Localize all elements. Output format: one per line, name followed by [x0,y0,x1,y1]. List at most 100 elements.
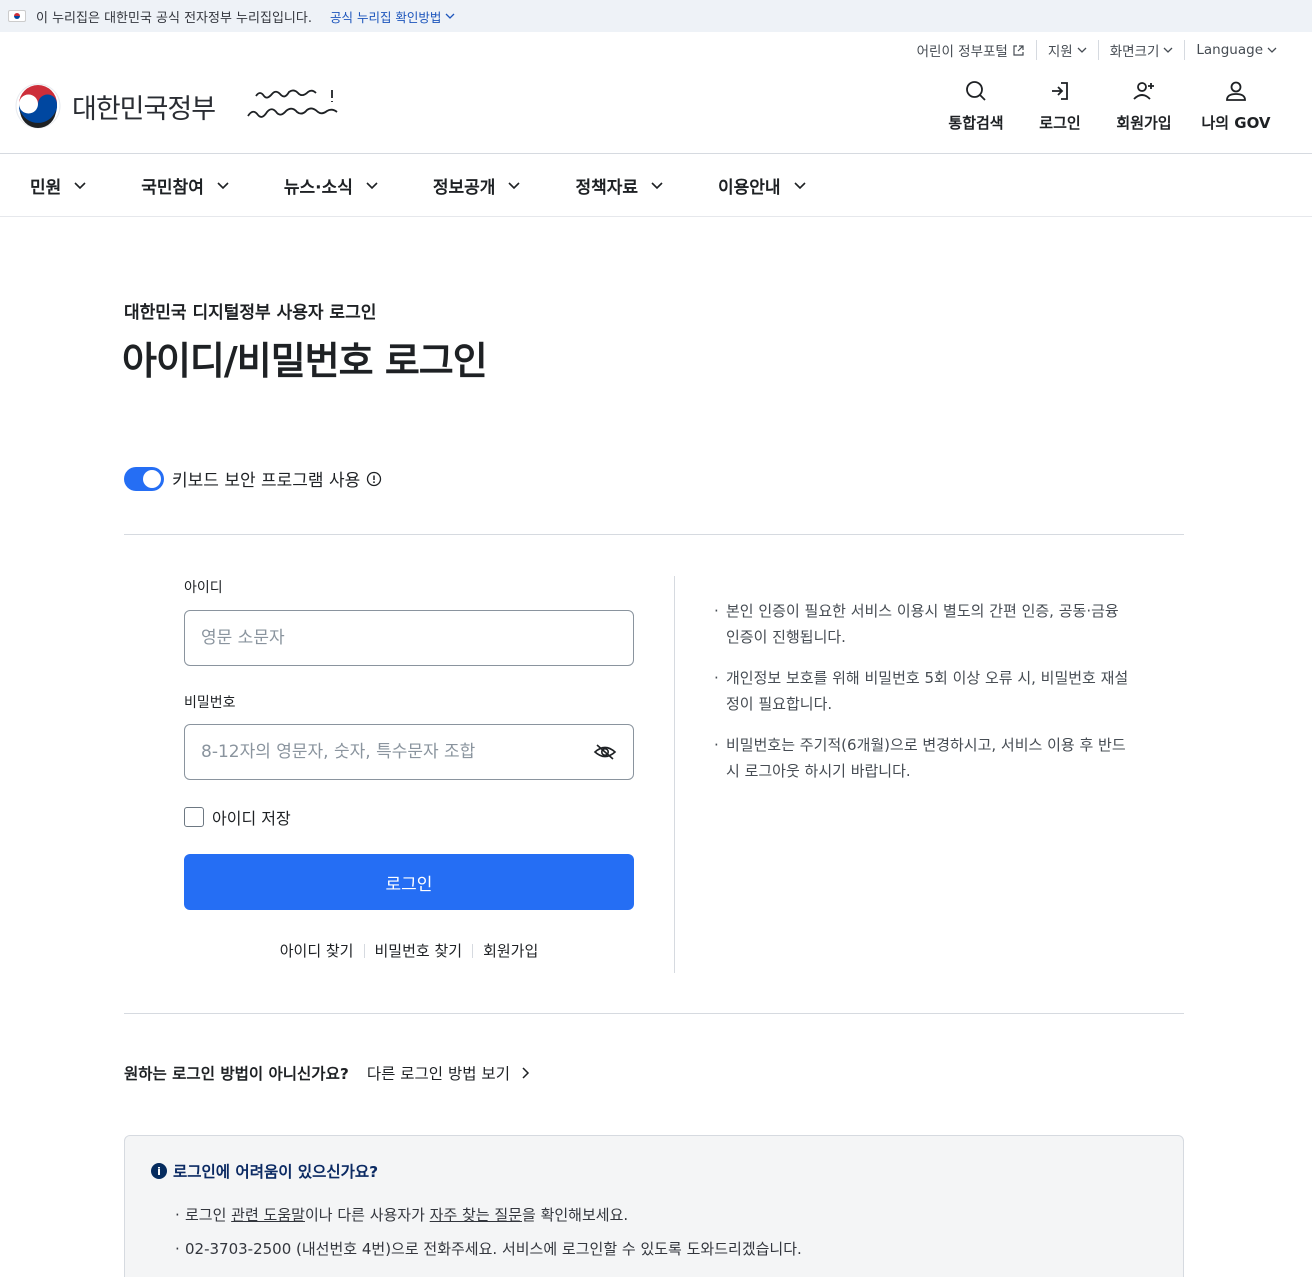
keyboard-security-row: 키보드 보안 프로그램 사용 [124,466,382,491]
login-header-button[interactable]: 로그인 [1018,78,1102,133]
account-links: 아이디 찾기 비밀번호 찾기 회원가입 [184,940,634,961]
save-id-label: 아이디 저장 [212,809,291,828]
help-box: i 로그인에 어려움이 있으신가요? 로그인 관련 도움말이나 다른 사용자가 … [124,1135,1184,1277]
korea-flag-icon [8,10,26,22]
link-separator [472,943,474,958]
kids-portal-link[interactable]: 어린이 정부포털 [906,40,1036,60]
login-notes: 본인 인증이 필요한 서비스 이용시 별도의 간편 인증, 공동·금융 인증이 … [714,598,1134,799]
password-label: 비밀번호 [184,695,236,711]
external-link-icon [1013,44,1024,56]
font-size-menu[interactable]: 화면크기 [1097,40,1185,60]
nav-label: 민원 [30,177,62,198]
help-item: 02-3703-2500 (내선번호 4번)으로 전화주세요. 서비스에 로그인… [175,1238,802,1260]
login-icon [1052,82,1068,100]
help-item: 로그인 관련 도움말이나 다른 사용자가 자주 찾는 질문을 확인해보세요. [175,1204,802,1226]
save-id-row[interactable]: 아이디 저장 [184,805,291,829]
other-login-question: 원하는 로그인 방법이 아니신가요? [124,1065,349,1083]
login-submit-button[interactable]: 로그인 [184,854,634,910]
other-login-link[interactable]: 다른 로그인 방법 보기 [367,1062,530,1084]
header-actions: 통합검색 로그인 회원가입 나의 GOV [934,78,1286,133]
nav-item-civil[interactable]: 민원 [30,173,87,198]
chevron-down-icon [1163,47,1173,53]
vertical-divider [674,576,675,973]
kids-portal-label: 어린이 정부포털 [916,44,1008,60]
language-menu[interactable]: Language [1184,40,1288,60]
signup-header-label: 회원가입 [1116,114,1172,132]
find-password-link[interactable]: 비밀번호 찾기 [375,940,463,961]
chevron-down-icon [366,182,378,190]
divider [124,1013,1184,1014]
slogan-handwriting [247,89,338,118]
font-size-label: 화면크기 [1109,44,1160,60]
help-list: 로그인 관련 도움말이나 다른 사용자가 자주 찾는 질문을 확인해보세요. 0… [175,1204,802,1272]
government-emblem-icon [15,83,61,129]
help-text: 이나 다른 사용자가 [304,1206,430,1224]
language-label: Language [1196,42,1263,58]
search-button[interactable]: 통합검색 [934,78,1018,133]
support-label: 지원 [1047,44,1073,60]
banner-verify-link[interactable]: 공식 누리집 확인방법 [330,7,455,26]
banner-text: 이 누리집은 대한민국 공식 전자정부 누리집입니다. [36,10,312,26]
site-logo[interactable]: 대한민국정부 [14,82,216,130]
signup-link[interactable]: 회원가입 [483,940,538,961]
note-item: 개인정보 보호를 위해 비밀번호 5회 이상 오류 시, 비밀번호 재설정이 필… [714,665,1134,717]
chevron-down-icon [651,182,663,190]
nav-label: 이용안내 [718,177,781,198]
search-icon [966,81,986,101]
chevron-down-icon [74,182,86,190]
nav-item-info[interactable]: 정보공개 [433,173,522,198]
utility-menu: 어린이 정부포털 지원 화면크기 Language [906,40,1288,60]
nav-label: 국민참여 [141,177,204,198]
chevron-down-icon [508,182,521,190]
signup-header-button[interactable]: 회원가입 [1102,78,1186,133]
password-input[interactable] [201,742,593,762]
search-label: 통합검색 [948,114,1004,132]
find-id-link[interactable]: 아이디 찾기 [280,940,354,961]
nav-label: 정책자료 [575,177,638,198]
help-guide-link[interactable]: 관련 도움말 [231,1206,305,1224]
chevron-right-icon [522,1067,530,1079]
id-input[interactable] [201,628,617,648]
login-header-label: 로그인 [1039,114,1081,132]
keyboard-security-label: 키보드 보안 프로그램 사용 [172,471,361,491]
keyboard-security-toggle[interactable] [124,466,164,491]
my-gov-button[interactable]: 나의 GOV [1186,78,1286,133]
other-login-link-label: 다른 로그인 방법 보기 [366,1065,510,1083]
note-item: 비밀번호는 주기적(6개월)으로 변경하시고, 서비스 이용 후 반드시 로그아… [714,732,1134,784]
banner-link-label: 공식 누리집 확인방법 [329,9,442,25]
support-menu[interactable]: 지원 [1035,40,1098,60]
info-filled-icon: i [151,1163,167,1179]
divider [124,534,1184,535]
link-separator [363,943,365,958]
help-text: 로그인 [185,1206,232,1224]
nav-label: 정보공개 [432,177,496,198]
chevron-down-icon [1267,47,1277,53]
page-title: 아이디/비밀번호 로그인 [122,339,488,383]
nav-item-news[interactable]: 뉴스·소식 [284,173,379,198]
note-item: 본인 인증이 필요한 서비스 이용시 별도의 간편 인증, 공동·금융 인증이 … [714,598,1134,650]
chevron-down-icon [217,182,229,190]
nav-item-policy[interactable]: 정책자료 [575,173,664,198]
help-title: i 로그인에 어려움이 있으신가요? [151,1160,378,1182]
help-text: 을 확인해보세요. [522,1206,629,1224]
chevron-down-icon [793,182,806,190]
logo-text: 대한민국정부 [72,93,216,125]
add-user-icon [1133,82,1154,100]
password-field-wrapper [184,724,634,780]
faq-link[interactable]: 자주 찾는 질문 [430,1206,522,1224]
id-field-wrapper [184,610,634,666]
other-login-row: 원하는 로그인 방법이 아니신가요? 다른 로그인 방법 보기 [124,1062,530,1084]
id-label: 아이디 [184,580,223,596]
my-gov-label: 나의 GOV [1201,114,1271,132]
info-icon[interactable] [366,471,382,487]
save-id-checkbox[interactable] [184,807,204,827]
main-nav: 민원 국민참여 뉴스·소식 정보공개 정책자료 이용안내 [0,153,1312,217]
page-subtitle: 대한민국 디지털정부 사용자 로그인 [124,303,377,323]
user-icon [1226,81,1246,101]
nav-item-guide[interactable]: 이용안내 [718,173,807,198]
hide-password-icon[interactable] [593,740,617,764]
gov-banner: 이 누리집은 대한민국 공식 전자정부 누리집입니다. 공식 누리집 확인방법 [0,0,1312,32]
nav-label: 뉴스·소식 [283,177,353,198]
chevron-down-icon [445,13,455,19]
nav-item-participation[interactable]: 국민참여 [141,173,230,198]
